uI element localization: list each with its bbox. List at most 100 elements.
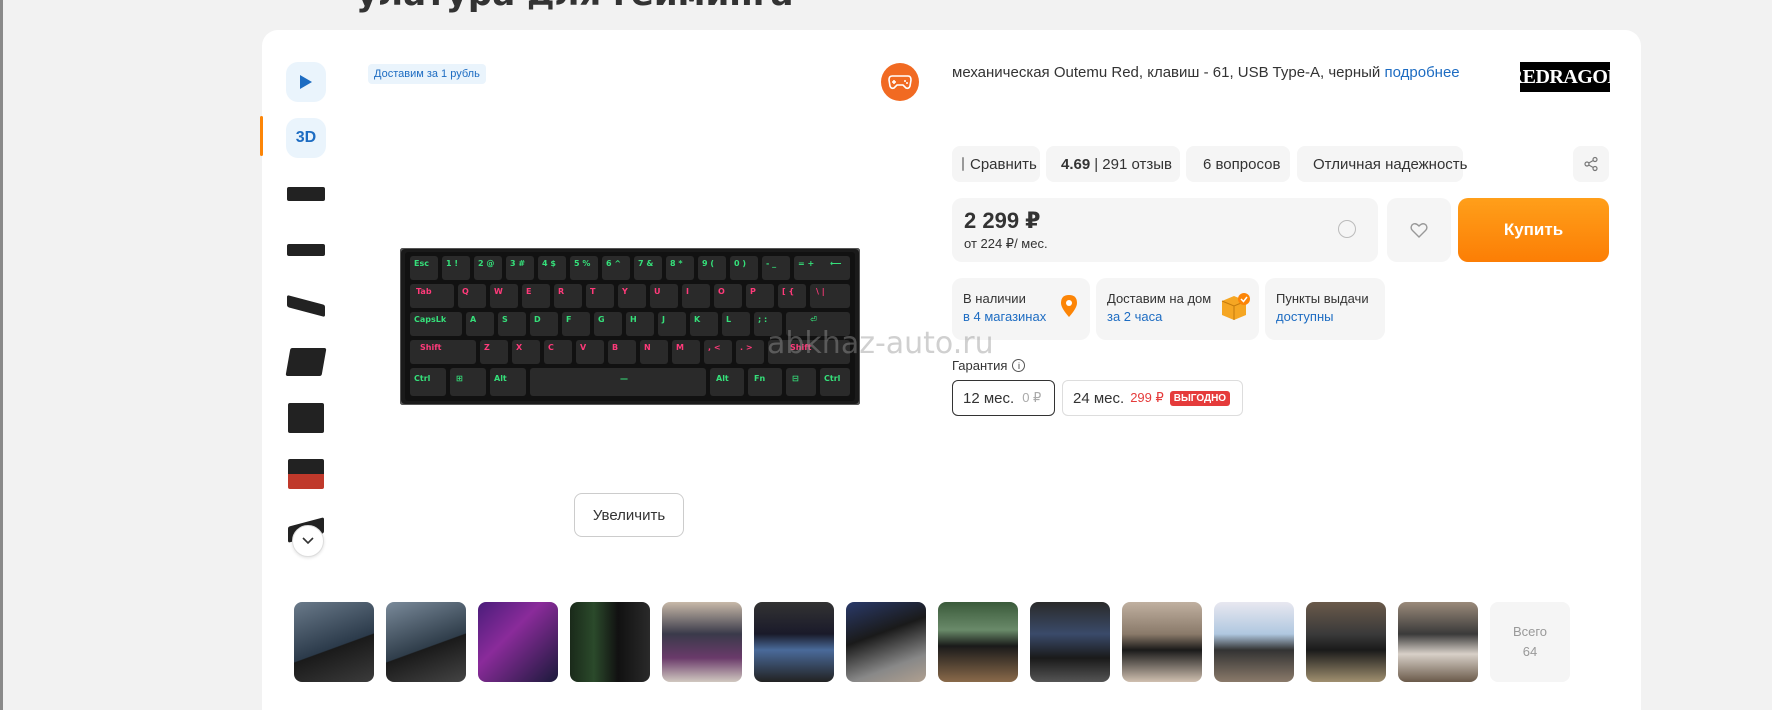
warranty-option-12[interactable]: 12 мес. 0 ₽	[952, 380, 1055, 416]
review-photo-6[interactable]	[754, 602, 834, 682]
warranty-option-12-term: 12 мес.	[963, 389, 1015, 407]
product-card: 3D Доставим за 1 рубль Esc 1 ! 2 @ 3 # 4…	[260, 30, 1641, 710]
svg-text:D: D	[534, 315, 541, 324]
review-photo-11[interactable]	[1214, 602, 1294, 682]
svg-text:C: C	[548, 343, 554, 352]
svg-text:; :: ; :	[758, 315, 767, 324]
more-link[interactable]: подробнее	[1385, 64, 1460, 81]
svg-text:P: P	[750, 287, 756, 296]
thumb-1[interactable]	[286, 174, 326, 214]
svg-text:I: I	[686, 287, 689, 296]
thumb-5[interactable]	[286, 398, 326, 438]
svg-text:R: R	[558, 287, 564, 296]
svg-text:⊟: ⊟	[792, 374, 799, 383]
warranty-info-icon[interactable]: i	[1012, 359, 1026, 372]
product-title: механическая Outemu Red, клавиш - 61, US…	[952, 64, 1460, 81]
pickup-title: Пункты выдачи	[1276, 291, 1369, 306]
svg-text:M: M	[676, 343, 684, 352]
svg-text:0 ): 0 )	[734, 259, 746, 268]
svg-text:Alt: Alt	[494, 374, 507, 383]
svg-text:H: H	[630, 315, 637, 324]
map-pin-icon	[1061, 295, 1077, 317]
home-delivery-block[interactable]: Доставим на дом за 2 часа	[1096, 278, 1259, 340]
svg-text:9 (: 9 (	[702, 259, 714, 268]
compare-label: Сравнить	[970, 155, 1037, 173]
svg-text:V: V	[580, 343, 587, 352]
svg-text:A: A	[470, 315, 477, 324]
review-photo-7[interactable]	[846, 602, 926, 682]
svg-text:⟵: ⟵	[830, 259, 842, 268]
svg-text:Z: Z	[484, 343, 490, 352]
svg-text:X: X	[516, 343, 523, 352]
review-photo-9[interactable]	[1030, 602, 1110, 682]
svg-text:E: E	[526, 287, 531, 296]
delivery-badge: Доставим за 1 рубль	[368, 64, 486, 84]
review-photo-10[interactable]	[1122, 602, 1202, 682]
questions-count: 6 вопросов	[1203, 155, 1281, 173]
buy-button[interactable]: Купить	[1458, 198, 1609, 262]
watermark: abkhaz-auto.ru	[767, 326, 994, 361]
svg-text:Alt: Alt	[716, 374, 729, 383]
svg-text:W: W	[494, 287, 503, 296]
svg-text:4 $: 4 $	[542, 259, 556, 268]
svg-text:7 &: 7 &	[638, 259, 653, 268]
svg-text:Y: Y	[621, 287, 628, 296]
review-photo-12[interactable]	[1306, 602, 1386, 682]
thumbs-column: 3D	[285, 62, 330, 566]
info-icon[interactable]	[1338, 220, 1356, 238]
window-edge	[0, 0, 3, 710]
review-photo-1[interactable]	[294, 602, 374, 682]
review-photo-2[interactable]	[386, 602, 466, 682]
thumb-2[interactable]	[286, 230, 326, 270]
review-photo-3[interactable]	[478, 602, 558, 682]
svg-text:Esc: Esc	[414, 259, 429, 268]
3d-thumb-button[interactable]: 3D	[286, 118, 326, 158]
svg-text:F: F	[566, 315, 571, 324]
svg-text:CapsLk: CapsLk	[414, 315, 447, 324]
thumb-4[interactable]	[285, 342, 327, 382]
warranty-option-24[interactable]: 24 мес. 299 ₽ ВЫГОДНО	[1062, 380, 1243, 416]
zoom-button[interactable]: Увеличить	[574, 493, 684, 537]
share-icon	[1584, 156, 1598, 172]
svg-text:Fn: Fn	[754, 374, 765, 383]
thumb-6[interactable]	[286, 454, 326, 494]
review-photo-4[interactable]	[570, 602, 650, 682]
pickup-link[interactable]: доступны	[1276, 308, 1374, 326]
reliability-pill[interactable]: Отличная надежность	[1297, 146, 1467, 182]
video-thumb-button[interactable]	[286, 62, 326, 102]
share-button[interactable]	[1573, 146, 1609, 182]
play-icon	[300, 75, 312, 89]
thumb-3[interactable]	[286, 286, 326, 326]
active-thumb-indicator	[260, 116, 263, 156]
favorite-button[interactable]	[1387, 198, 1451, 262]
svg-text:[ {: [ {	[782, 287, 794, 296]
compare-checkbox[interactable]	[962, 157, 964, 171]
svg-text:Shift: Shift	[420, 343, 442, 352]
brand-logo[interactable]: REDRAGON	[1509, 62, 1622, 92]
review-photo-8[interactable]	[938, 602, 1018, 682]
svg-text:K: K	[694, 315, 701, 324]
svg-text:. >: . >	[740, 343, 753, 352]
thumbs-scroll-down-button[interactable]	[292, 525, 324, 557]
svg-text:T: T	[590, 287, 596, 296]
svg-text:U: U	[654, 287, 661, 296]
review-photo-13[interactable]	[1398, 602, 1478, 682]
rating-pill[interactable]: 4.69 | 291 отзыв	[1046, 146, 1180, 182]
questions-pill[interactable]: 6 вопросов	[1186, 146, 1290, 182]
warranty-option-24-price: 299 ₽	[1130, 390, 1164, 405]
warranty-option-24-term: 24 мес.	[1073, 389, 1125, 407]
pickup-block[interactable]: Пункты выдачи доступны	[1265, 278, 1385, 340]
svg-text:N: N	[644, 343, 651, 352]
svg-text:5 %: 5 %	[574, 259, 590, 268]
svg-text:- _: - _	[766, 259, 776, 268]
review-photo-5[interactable]	[662, 602, 742, 682]
svg-text:Q: Q	[462, 287, 469, 296]
compare-toggle[interactable]: Сравнить	[952, 146, 1040, 182]
svg-text:Ctrl: Ctrl	[414, 374, 431, 383]
chevron-down-icon	[302, 537, 314, 545]
rating-value: 4.69	[1061, 155, 1091, 173]
gamepad-icon	[888, 75, 912, 90]
gallery-total[interactable]: Всего 64	[1490, 602, 1570, 682]
gaming-category-icon[interactable]	[881, 63, 919, 101]
gallery-total-count: 64	[1522, 644, 1538, 659]
